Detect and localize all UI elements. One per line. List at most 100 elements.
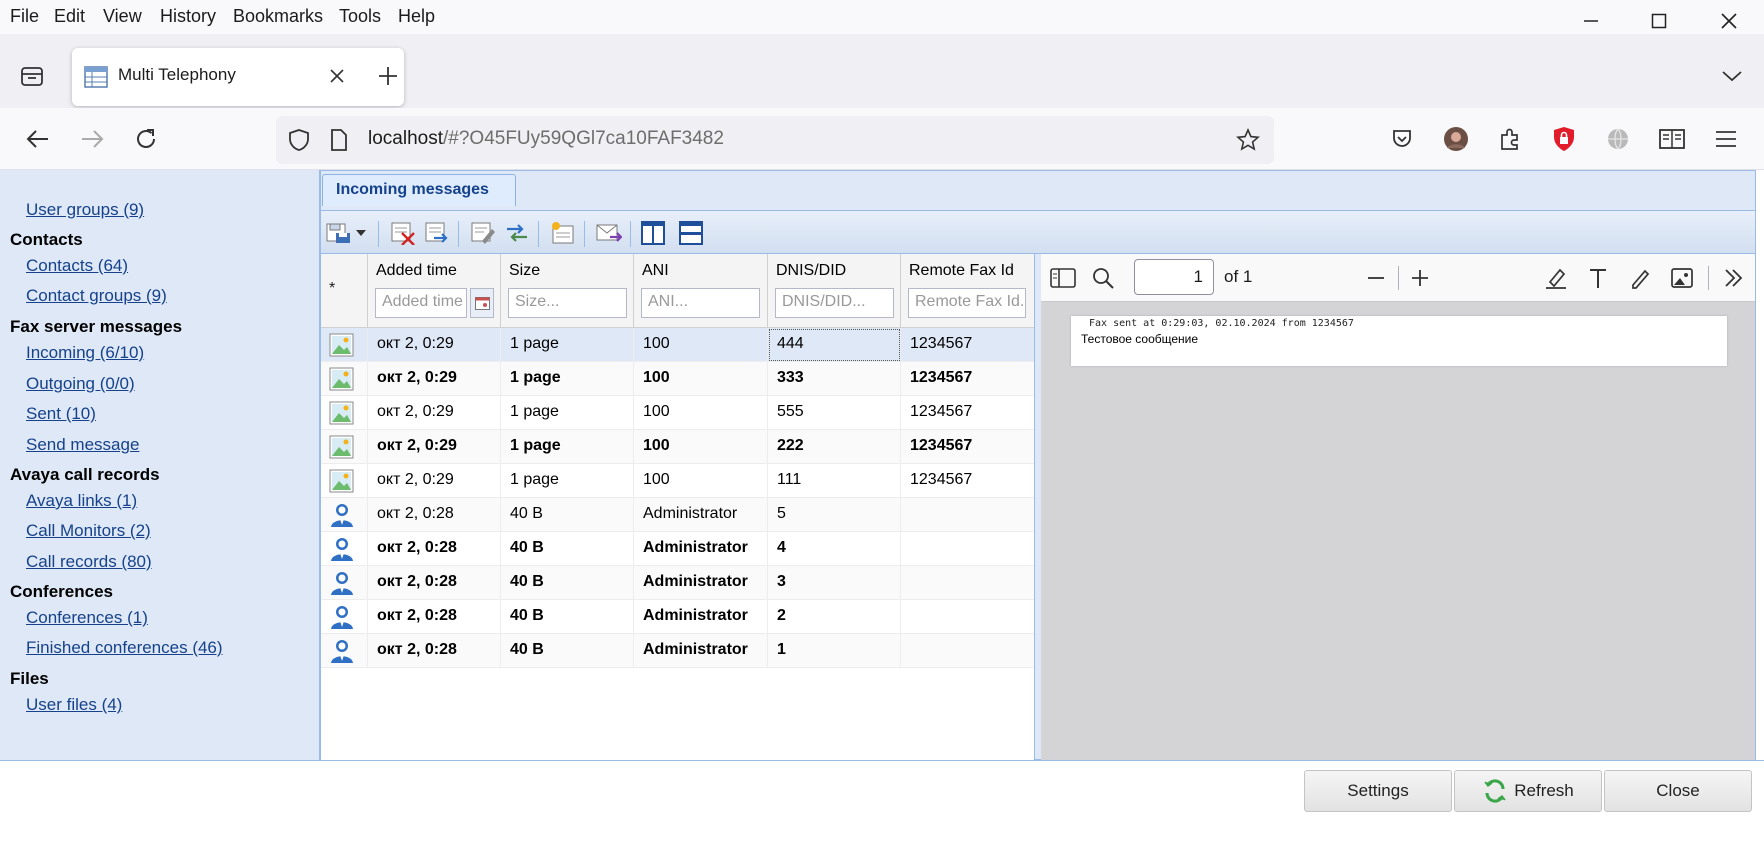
delete-icon <box>391 222 415 245</box>
tab-multi-telephony[interactable]: Multi Telephony <box>72 48 404 106</box>
chevron-down-icon <box>1722 71 1742 82</box>
sidebar-item-user-groups-9[interactable]: User groups (9) <box>26 200 144 220</box>
remote-fax-id-cell: 1234567 <box>901 328 1034 362</box>
sidebar-item-user-files-4[interactable]: User files (4) <box>26 695 122 715</box>
table-row[interactable]: окт 2, 0:28 40 B Administrator 5 <box>321 498 1034 532</box>
sidebar-item-call-monitors-2[interactable]: Call Monitors (2) <box>26 521 151 541</box>
table-row[interactable]: окт 2, 0:28 40 B Administrator 1 <box>321 634 1034 668</box>
table-row[interactable]: окт 2, 0:28 40 B Administrator 3 <box>321 566 1034 600</box>
new-tab-button[interactable] <box>370 58 406 94</box>
zoom-in-button[interactable] <box>1402 260 1438 296</box>
menu-edit[interactable]: Edit <box>54 6 85 27</box>
size-filter-input[interactable]: Size... <box>508 288 627 318</box>
maximize-button[interactable] <box>1636 6 1682 36</box>
minimize-button[interactable] <box>1568 6 1614 36</box>
sidebar-item-sent-10[interactable]: Sent (10) <box>26 404 96 424</box>
tab-incoming-messages[interactable]: Incoming messages <box>322 174 516 206</box>
firefox-view-icon <box>21 67 43 86</box>
firefox-view-button[interactable] <box>14 58 50 94</box>
column-header-size[interactable]: Size Size... <box>501 254 634 328</box>
table-row[interactable]: окт 2, 0:29 1 page 100 222 1234567 <box>321 430 1034 464</box>
row-icon-cell <box>321 634 368 668</box>
sidebar-item-contacts-64[interactable]: Contacts (64) <box>26 256 128 276</box>
table-row[interactable]: окт 2, 0:29 1 page 100 555 1234567 <box>321 396 1034 430</box>
sidebar-item-conferences-1[interactable]: Conferences (1) <box>26 608 148 628</box>
forward-button[interactable] <box>74 121 110 157</box>
settings-button[interactable]: Settings <box>1304 770 1452 812</box>
highlight-button[interactable] <box>1538 260 1574 296</box>
menu-help[interactable]: Help <box>398 6 435 27</box>
back-button[interactable] <box>20 121 56 157</box>
menu-history[interactable]: History <box>160 6 216 27</box>
menu-bookmarks[interactable]: Bookmarks <box>233 6 323 27</box>
row-icon-cell <box>321 600 368 634</box>
sidebar-item-avaya-links-1[interactable]: Avaya links (1) <box>26 491 137 511</box>
dnis-cell: 3 <box>768 566 901 600</box>
list-tabs-button[interactable] <box>1714 58 1750 94</box>
account-button[interactable] <box>1438 121 1474 157</box>
extensions-button[interactable] <box>1492 121 1528 157</box>
menu-view[interactable]: View <box>103 6 142 27</box>
refresh-button[interactable]: Refresh <box>1454 770 1602 812</box>
table-row[interactable]: окт 2, 0:29 1 page 100 333 1234567 <box>321 362 1034 396</box>
toggle-sidebar-button[interactable] <box>1045 260 1081 296</box>
app-menu-button[interactable] <box>1708 121 1744 157</box>
ani-cell: Administrator <box>634 532 768 566</box>
menu-tools[interactable]: Tools <box>339 6 381 27</box>
reload-button[interactable] <box>128 121 164 157</box>
column-header-dnis[interactable]: DNIS/DID DNIS/DID... <box>768 254 901 328</box>
menu-file[interactable]: File <box>10 6 39 27</box>
sidebar-item-contact-groups-9[interactable]: Contact groups (9) <box>26 286 167 306</box>
convert-button[interactable] <box>503 219 531 247</box>
text-button[interactable] <box>1580 260 1616 296</box>
grid-toolbar <box>321 210 1755 254</box>
pocket-button[interactable] <box>1384 121 1420 157</box>
save-dropdown-arrow[interactable] <box>353 219 369 247</box>
size-cell: 40 B <box>501 566 634 600</box>
adblock-button[interactable] <box>1546 121 1582 157</box>
remote-fax-id-filter-input[interactable]: Remote Fax Id... <box>908 288 1026 318</box>
sidebar-item-incoming-6-10[interactable]: Incoming (6/10) <box>26 343 144 363</box>
zoom-out-button[interactable] <box>1358 260 1394 296</box>
close-button[interactable]: Close <box>1604 770 1752 812</box>
column-header-remote-fax-id[interactable]: Remote Fax Id Remote Fax Id... <box>901 254 1034 328</box>
find-button[interactable] <box>1085 260 1121 296</box>
edit-button[interactable] <box>469 219 497 247</box>
forward-message-button[interactable] <box>423 219 451 247</box>
vertical-layout-button[interactable] <box>639 219 667 247</box>
size-cell: 40 B <box>501 634 634 668</box>
page-number-input[interactable]: 1 <box>1134 259 1214 295</box>
table-row[interactable]: окт 2, 0:28 40 B Administrator 4 <box>321 532 1034 566</box>
pocket-icon <box>1393 130 1411 147</box>
new-message-button[interactable] <box>549 219 577 247</box>
dnis-cell: 4 <box>768 532 901 566</box>
column-header-ani[interactable]: ANI ANI... <box>634 254 768 328</box>
translate-button[interactable] <box>1600 121 1636 157</box>
sidebar-item-call-records-80[interactable]: Call records (80) <box>26 552 152 572</box>
window-close-button[interactable] <box>1706 6 1752 36</box>
image-icon <box>1671 268 1693 288</box>
column-header-added-time[interactable]: Added time Added time <box>368 254 501 328</box>
sidebar-item-finished-conferences-46[interactable]: Finished conferences (46) <box>26 638 223 658</box>
horizontal-layout-button[interactable] <box>677 219 705 247</box>
bookmark-star-icon[interactable] <box>1236 128 1260 152</box>
save-split-button[interactable] <box>325 219 353 247</box>
close-tab-icon[interactable] <box>330 69 344 83</box>
send-button[interactable] <box>595 219 623 247</box>
sidebar-item-send-message[interactable]: Send message <box>26 435 139 455</box>
table-row[interactable]: окт 2, 0:29 1 page 100 444 1234567 <box>321 328 1034 362</box>
table-row[interactable]: окт 2, 0:29 1 page 100 111 1234567 <box>321 464 1034 498</box>
added-time-filter-input[interactable]: Added time <box>375 288 467 318</box>
draw-button[interactable] <box>1622 260 1658 296</box>
address-bar[interactable]: localhost/#?O45FUy59QGl7ca10FAF3482 <box>276 116 1274 164</box>
delete-button[interactable] <box>389 219 417 247</box>
table-row[interactable]: окт 2, 0:28 40 B Administrator 2 <box>321 600 1034 634</box>
more-tools-button[interactable] <box>1715 260 1751 296</box>
add-image-button[interactable] <box>1664 260 1700 296</box>
sidebar-item-outgoing-0-0[interactable]: Outgoing (0/0) <box>26 374 135 394</box>
date-picker-trigger[interactable] <box>470 288 494 318</box>
dnis-filter-input[interactable]: DNIS/DID... <box>775 288 894 318</box>
column-header-status[interactable]: * <box>321 254 368 328</box>
ani-filter-input[interactable]: ANI... <box>641 288 760 318</box>
reader-view-button[interactable] <box>1654 121 1690 157</box>
